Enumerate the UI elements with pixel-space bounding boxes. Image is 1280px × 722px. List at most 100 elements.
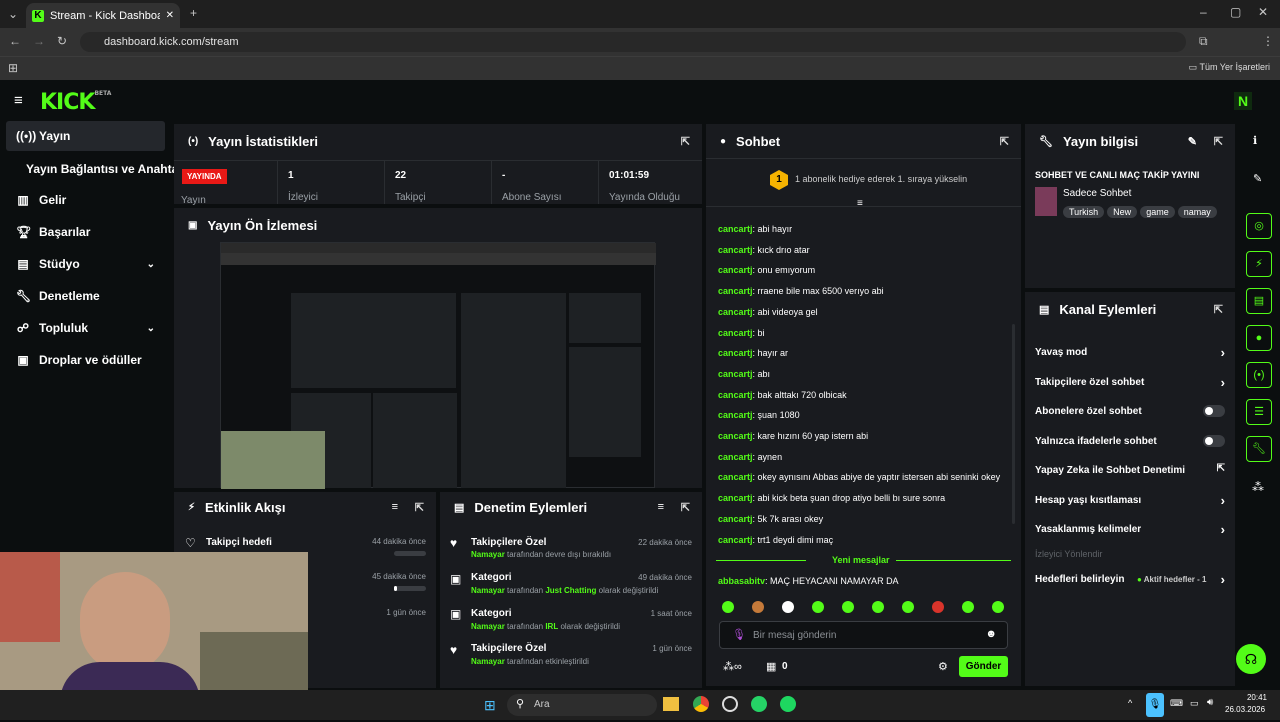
chat-message[interactable]: cancartj: trt1 deydi dimi maç <box>718 535 833 545</box>
emote-icon[interactable] <box>812 601 824 613</box>
chat-username[interactable]: cancartj <box>718 369 753 379</box>
emote-icon[interactable] <box>902 601 914 613</box>
chat-message[interactable]: cancartj: abi kick beta şuan drop atiyo … <box>718 493 945 503</box>
rail-broadcast-icon[interactable]: (•) <box>1246 362 1272 388</box>
emote-icon[interactable] <box>752 601 764 613</box>
set-goals-item[interactable]: Hedefleri belirleyin ● Aktif hedefler - 1… <box>1035 572 1225 587</box>
filter-icon[interactable]: ≡ <box>392 501 398 513</box>
sidebar-item-stream-key[interactable]: Yayın Bağlantısı ve Anahtarı <box>6 154 186 184</box>
tag-chip[interactable]: New <box>1107 206 1138 218</box>
user-avatar[interactable]: N <box>1234 92 1252 110</box>
rail-scan-icon[interactable]: ◎ <box>1246 213 1272 239</box>
kick-logo[interactable]: KICKBETA <box>40 90 111 115</box>
sidebar-item-topluluk[interactable]: ☍ Topluluk ⌄ <box>6 313 165 343</box>
popout-icon[interactable]: ⇱ <box>1000 135 1009 148</box>
back-icon[interactable]: ← <box>9 34 21 48</box>
extensions-icon[interactable]: ⧉ <box>1199 34 1208 48</box>
toggle-switch[interactable] <box>1203 405 1225 417</box>
chat-username[interactable]: cancartj <box>718 307 753 317</box>
chat-username[interactable]: cancartj <box>718 224 753 234</box>
gift-leaderboard-text[interactable]: 1 abonelik hediye ederek 1. sıraya yükse… <box>795 174 967 184</box>
filter-icon[interactable]: ≡ <box>658 501 664 513</box>
close-window-icon[interactable]: ✕ <box>1258 5 1268 19</box>
gift-icon[interactable]: ▦ <box>766 660 776 673</box>
chat-username[interactable]: cancartj <box>718 390 753 400</box>
tag-chip[interactable]: Turkish <box>1063 206 1105 218</box>
spotify-icon[interactable] <box>780 696 796 712</box>
chat-message[interactable]: cancartj: bak alttakı 720 olbicak <box>718 390 847 400</box>
taskbar-search[interactable]: ⚲ Ara <box>507 694 657 716</box>
keyboard-icon[interactable]: ⌨ <box>1170 698 1183 709</box>
chat-username[interactable]: cancartj <box>718 328 753 338</box>
channel-action-item[interactable]: Abonelere özel sohbet <box>1035 405 1225 417</box>
channel-action-item[interactable]: Yapay Zeka ile Sohbet Denetimi ⇱ <box>1035 463 1225 476</box>
chat-username[interactable]: cancartj <box>718 472 753 482</box>
whatsapp-icon[interactable] <box>751 696 767 712</box>
category-name[interactable]: Sadece Sohbet <box>1063 188 1131 199</box>
close-tab-icon[interactable]: ✕ <box>166 10 174 21</box>
chat-message[interactable]: cancartj: abi hayır <box>718 224 792 234</box>
channel-action-item[interactable]: Takipçilere özel sohbet › <box>1035 375 1225 390</box>
hamburger-menu-icon[interactable]: ≡ <box>14 92 23 109</box>
chat-message[interactable]: cancartj: bi <box>718 328 765 338</box>
windows-start-icon[interactable]: ⊞ <box>484 697 496 714</box>
edit-icon[interactable]: ✎ <box>1253 172 1262 185</box>
stream-preview-video[interactable] <box>220 242 656 489</box>
popout-icon[interactable]: ⇱ <box>415 501 424 514</box>
chat-message[interactable]: cancartj: abı <box>718 369 770 379</box>
file-explorer-icon[interactable] <box>663 697 679 711</box>
chat-input[interactable]: 🎙︎ Bir mesaj gönderin ☻ <box>719 621 1008 649</box>
chat-username[interactable]: cancartj <box>718 431 753 441</box>
emote-icon[interactable] <box>782 601 794 613</box>
chat-message[interactable]: cancartj: okey aynısını Abbas abiye de y… <box>718 472 1000 482</box>
chat-username[interactable]: cancartj <box>718 286 753 296</box>
toggle-switch[interactable] <box>1203 434 1225 447</box>
chat-message[interactable]: cancartj: aynen <box>718 452 782 462</box>
chat-username[interactable]: cancartj <box>718 265 753 275</box>
popout-icon[interactable]: ⇱ <box>1214 303 1223 316</box>
chat-username[interactable]: cancartj <box>718 493 753 503</box>
all-bookmarks-link[interactable]: ▭ Tüm Yer İşaretleri <box>1189 62 1270 73</box>
chat-message[interactable]: cancartj: şuan 1080 <box>718 410 800 420</box>
sidebar-item-gelir[interactable]: ▥ Gelir <box>6 185 165 215</box>
emote-icon[interactable] <box>932 601 944 613</box>
chat-message[interactable]: cancartj: rraene bile max 6500 verıyo ab… <box>718 286 884 296</box>
tray-chevron-icon[interactable]: ^ <box>1128 698 1132 708</box>
menu-dots-icon[interactable]: ⋮ <box>1262 34 1274 48</box>
settings-gear-icon[interactable]: ⚙ <box>938 660 948 673</box>
tag-chip[interactable]: namay <box>1177 206 1217 218</box>
emoji-picker-icon[interactable]: ☻ <box>985 628 997 640</box>
network-icon[interactable]: ▭ <box>1190 698 1199 709</box>
address-bar[interactable]: dashboard.kick.com/stream <box>80 32 1186 52</box>
emote-icon[interactable] <box>872 601 884 613</box>
rail-document-icon[interactable]: ▤ <box>1246 288 1272 314</box>
chat-message[interactable]: cancartj: kıck drıo atar <box>718 245 810 255</box>
emote-icon[interactable] <box>722 601 734 613</box>
channel-action-item[interactable]: Yasaklanmış kelimeler › <box>1035 522 1225 537</box>
kick-points-icon[interactable]: ⁂∞ <box>723 660 742 673</box>
tag-chip[interactable]: game <box>1140 206 1175 218</box>
clock-time[interactable]: 20:41 <box>1240 693 1267 702</box>
chat-username[interactable]: cancartj <box>718 410 753 420</box>
chat-message[interactable]: cancartj: kare hızını 60 yap istern abi <box>718 431 868 441</box>
maximize-icon[interactable]: ▢ <box>1230 5 1241 19</box>
rail-list-icon[interactable]: ☰ <box>1246 399 1272 425</box>
sidebar-item-denetleme[interactable]: 🔧︎ Denetleme <box>6 281 165 311</box>
popout-icon[interactable]: ⇱ <box>681 501 690 514</box>
emote-icon[interactable] <box>962 601 974 613</box>
chat-message[interactable]: abbasabitv: MAÇ HEYACANI NAMAYAR DA <box>718 576 899 586</box>
rail-wrench-icon[interactable]: 🔧︎ <box>1246 436 1272 462</box>
mic-active-icon[interactable]: 🎙︎ <box>1146 693 1164 717</box>
community-icon[interactable]: ⁂ <box>1252 480 1264 494</box>
forward-icon[interactable]: → <box>33 34 45 48</box>
chat-username[interactable]: cancartj <box>718 535 753 545</box>
channel-action-item[interactable]: Yavaş mod › <box>1035 345 1225 360</box>
sidebar-item-studyo[interactable]: ▤ Stüdyo ⌄ <box>6 249 165 279</box>
new-tab-icon[interactable]: + <box>190 6 197 20</box>
emote-icon[interactable] <box>992 601 1004 613</box>
channel-action-item[interactable]: Yalnızca ifadelerle sohbet <box>1035 434 1225 447</box>
channel-action-item[interactable]: Hesap yaşı kısıtlaması › <box>1035 493 1225 508</box>
chrome-icon[interactable] <box>693 696 709 712</box>
steam-icon[interactable] <box>722 696 738 712</box>
popout-icon[interactable]: ⇱ <box>1214 135 1223 148</box>
